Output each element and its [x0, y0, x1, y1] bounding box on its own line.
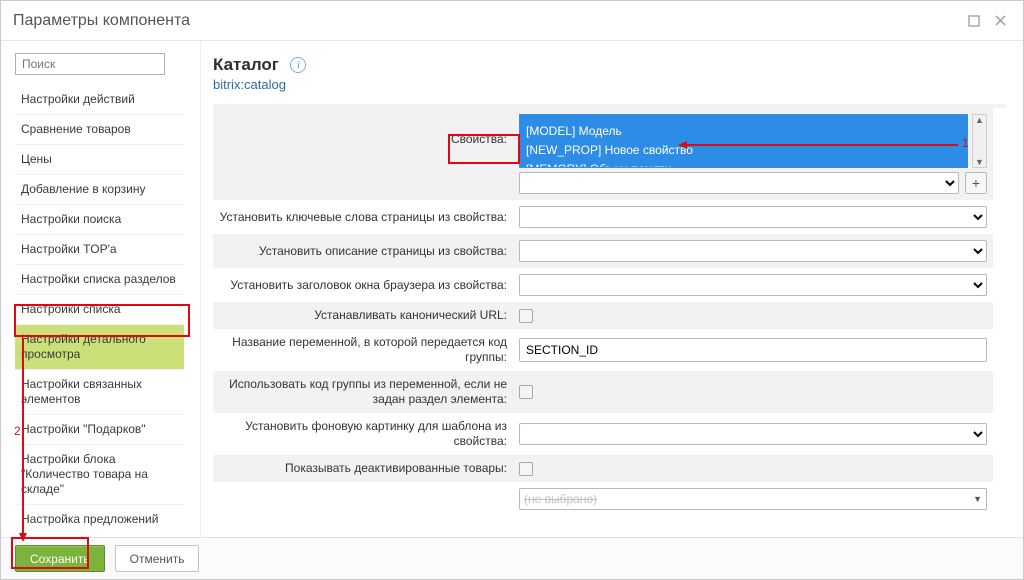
varname-label: Название переменной, в которой передаетс…	[219, 335, 519, 365]
sidebar-item-section-list[interactable]: Настройки списка разделов	[15, 265, 184, 295]
sidebar-nav[interactable]: Настройки действий Сравнение товаров Цен…	[15, 85, 190, 533]
sidebar-item-label: Настройки поиска	[21, 212, 121, 226]
browser-title-label: Установить заголовок окна браузера из св…	[219, 278, 519, 293]
use-group-checkbox[interactable]	[519, 385, 533, 399]
titlebar: Параметры компонента	[1, 1, 1023, 41]
minimize-icon[interactable]	[963, 10, 985, 32]
canonical-checkbox[interactable]	[519, 309, 533, 323]
bgimage-select[interactable]	[519, 423, 987, 445]
properties-extra-select[interactable]	[519, 172, 959, 194]
show-deactivated-checkbox[interactable]	[519, 462, 533, 476]
description-label: Установить описание страницы из свойства…	[219, 244, 519, 259]
sidebar-item-detail[interactable]: Настройки детального просмотра	[15, 325, 184, 370]
sidebar-item-related[interactable]: Настройки связанных элементов	[15, 370, 184, 415]
sidebar-item-label: Настройки TOP'а	[21, 242, 117, 256]
sidebar-item-gifts[interactable]: Настройки "Подарков"	[15, 415, 184, 445]
multiselect-option-memory[interactable]: [MEMORY] Объем памяти	[520, 159, 967, 168]
sidebar-item-label: Настройки детального просмотра	[21, 332, 146, 361]
properties-multiselect[interactable]: [MODEL] Модель [NEW_PROP] Новое свойство…	[519, 114, 968, 168]
bgimage-label: Установить фоновую картинку для шаблона …	[219, 419, 519, 449]
varname-input[interactable]	[519, 338, 987, 362]
sidebar-item-search[interactable]: Настройки поиска	[15, 205, 184, 235]
sidebar-item-label: Добавление в корзину	[21, 182, 145, 196]
help-icon[interactable]: i	[290, 57, 306, 73]
footer: Сохранить Отменить	[1, 537, 1023, 579]
browser-title-select[interactable]	[519, 274, 987, 296]
cancel-button[interactable]: Отменить	[115, 545, 200, 572]
sidebar: Настройки действий Сравнение товаров Цен…	[1, 41, 201, 537]
sidebar-item-stock[interactable]: Настройки блока "Количество товара на ск…	[15, 445, 184, 505]
scroll-up-icon[interactable]: ▲	[973, 115, 986, 125]
partial-select-value: (не выбрано)	[524, 492, 597, 506]
close-icon[interactable]	[989, 10, 1011, 32]
sidebar-item-label: Настройки действий	[21, 92, 135, 106]
chevron-down-icon: ▼	[973, 494, 982, 504]
sidebar-item-prices[interactable]: Цены	[15, 145, 184, 175]
window-title: Параметры компонента	[13, 12, 959, 30]
sidebar-item-label: Настройка предложений	[21, 512, 158, 526]
sidebar-item-label: Настройки связанных элементов	[21, 377, 142, 406]
multiselect-option-model[interactable]: [MODEL] Модель	[520, 121, 967, 140]
use-group-label: Использовать код группы из переменной, е…	[219, 377, 519, 407]
sidebar-item-label: Цены	[21, 152, 52, 166]
sidebar-item-label: Настройки списка	[21, 302, 121, 316]
keywords-label: Установить ключевые слова страницы из св…	[219, 210, 519, 225]
scroll-down-icon[interactable]: ▼	[973, 157, 986, 167]
multiselect-scrollbar[interactable]: ▲ ▼	[972, 114, 987, 168]
scroll-track[interactable]	[973, 125, 986, 157]
sidebar-item-list[interactable]: Настройки списка	[15, 295, 184, 325]
sidebar-item-compare[interactable]: Сравнение товаров	[15, 115, 184, 145]
sidebar-item-add-to-cart[interactable]: Добавление в корзину	[15, 175, 184, 205]
sidebar-item-offers[interactable]: Настройка предложений	[15, 505, 184, 533]
description-select[interactable]	[519, 240, 987, 262]
main-header: Каталог i bitrix:catalog	[213, 51, 1007, 102]
add-property-button[interactable]: +	[965, 172, 987, 194]
sidebar-item-top[interactable]: Настройки TOP'а	[15, 235, 184, 265]
component-id: bitrix:catalog	[213, 77, 1007, 92]
multiselect-option-newprop[interactable]: [NEW_PROP] Новое свойство	[520, 140, 967, 159]
sidebar-item-actions[interactable]: Настройки действий	[15, 85, 184, 115]
page-title: Каталог	[213, 55, 279, 75]
canonical-label: Устанавливать канонический URL:	[219, 308, 519, 323]
sidebar-item-label: Настройки блока "Количество товара на ск…	[21, 452, 148, 496]
properties-label: Свойства:	[219, 114, 519, 147]
sidebar-item-label: Настройки списка разделов	[21, 272, 176, 286]
sidebar-item-label: Настройки "Подарков"	[21, 422, 146, 436]
keywords-select[interactable]	[519, 206, 987, 228]
form-scroll[interactable]: Свойства: [MODEL] Модель [NEW_PROP] Ново…	[213, 108, 1007, 537]
save-button[interactable]: Сохранить	[15, 545, 105, 572]
show-deactivated-label: Показывать деактивированные товары:	[219, 461, 519, 476]
sidebar-item-label: Сравнение товаров	[21, 122, 131, 136]
search-input[interactable]	[15, 53, 165, 75]
partial-select[interactable]: (не выбрано) ▼	[519, 488, 987, 510]
